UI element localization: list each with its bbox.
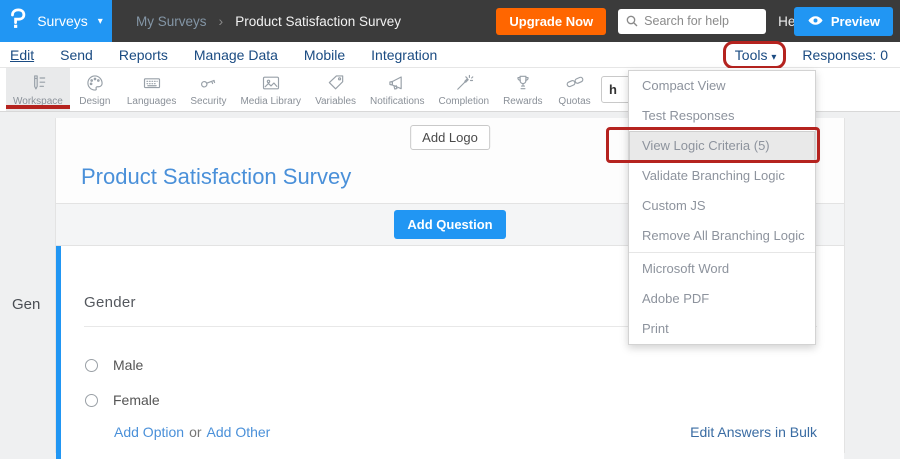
eye-icon <box>807 12 824 32</box>
key-icon <box>198 73 218 93</box>
add-question-button[interactable]: Add Question <box>394 210 505 239</box>
wand-icon <box>454 73 474 93</box>
nav-right: Tools ▾ Responses: 0 <box>731 46 900 64</box>
tab-reports[interactable]: Reports <box>106 47 181 63</box>
menu-item-compact-view[interactable]: Compact View <box>629 71 815 101</box>
option-links: Add Option or Add Other <box>114 424 270 440</box>
toolbar-item-rewards[interactable]: Rewards <box>496 68 549 111</box>
topbar: Surveys ▾ My Surveys › Product Satisfact… <box>0 0 900 42</box>
toolbar-item-variables[interactable]: Variables <box>308 68 363 111</box>
add-other-link[interactable]: Add Other <box>207 424 271 440</box>
tools-label: Tools <box>735 47 768 63</box>
upgrade-now-button[interactable]: Upgrade Now <box>496 8 606 35</box>
chevron-down-icon: ▾ <box>98 16 103 27</box>
product-menu-label: Surveys <box>37 13 88 29</box>
survey-title[interactable]: Product Satisfaction Survey <box>81 164 351 190</box>
option-row-female: Female <box>85 392 160 408</box>
toolbar-item-quotas[interactable]: Quotas <box>550 68 600 111</box>
palette-icon <box>85 73 105 93</box>
menu-item-microsoft-word[interactable]: Microsoft Word <box>629 254 815 284</box>
tag-icon <box>326 73 346 93</box>
menu-item-validate-branching-logic[interactable]: Validate Branching Logic <box>629 161 815 191</box>
trophy-icon <box>513 73 533 93</box>
product-switcher[interactable]: Surveys ▾ <box>0 0 112 42</box>
add-option-link[interactable]: Add Option <box>114 424 184 440</box>
image-icon <box>261 73 281 93</box>
option-label-male: Male <box>113 357 143 373</box>
menu-item-view-logic-criteria[interactable]: View Logic Criteria (5) <box>629 131 815 161</box>
help-search <box>618 9 766 34</box>
toolbar-item-languages[interactable]: Languages <box>120 68 184 111</box>
menu-item-custom-js[interactable]: Custom JS <box>629 191 815 221</box>
menu-item-test-responses[interactable]: Test Responses <box>629 101 815 131</box>
breadcrumb-current: Product Satisfaction Survey <box>235 14 401 29</box>
search-icon <box>624 13 640 34</box>
toolbar-item-notifications[interactable]: Notifications <box>363 68 431 111</box>
tools-dropdown-menu: Compact View Test Responses View Logic C… <box>628 70 816 345</box>
chain-icon <box>565 73 585 93</box>
toolbar-item-completion[interactable]: Completion <box>431 68 496 111</box>
responses-count: Responses: 0 <box>802 47 888 63</box>
menu-divider <box>629 252 815 253</box>
proprofs-logo-icon <box>9 8 27 34</box>
tab-mobile[interactable]: Mobile <box>291 47 358 63</box>
breadcrumb-separator-icon: › <box>219 13 224 29</box>
megaphone-icon <box>387 73 407 93</box>
toolbar-item-workspace[interactable]: Workspace <box>6 68 70 111</box>
radio-female[interactable] <box>85 394 98 407</box>
or-text: or <box>189 424 201 440</box>
keyboard-icon <box>142 73 162 93</box>
question-title[interactable]: Gender <box>84 294 136 311</box>
menu-item-adobe-pdf[interactable]: Adobe PDF <box>629 284 815 314</box>
toolbar-item-design[interactable]: Design <box>70 68 120 111</box>
preview-label: Preview <box>831 14 880 29</box>
breadcrumb: My Surveys › Product Satisfaction Survey <box>136 13 401 29</box>
tab-edit[interactable]: Edit <box>0 47 47 63</box>
preview-button[interactable]: Preview <box>794 7 893 36</box>
breadcrumb-parent[interactable]: My Surveys <box>136 14 207 29</box>
tab-send[interactable]: Send <box>47 47 106 63</box>
toolbar-item-security[interactable]: Security <box>183 68 233 111</box>
survey-builder-app: Surveys ▾ My Surveys › Product Satisfact… <box>0 0 900 453</box>
chevron-down-icon: ▾ <box>771 52 776 63</box>
edit-answers-in-bulk-link[interactable]: Edit Answers in Bulk <box>690 424 817 440</box>
add-logo-button[interactable]: Add Logo <box>410 125 490 150</box>
radio-male[interactable] <box>85 359 98 372</box>
search-input[interactable] <box>618 9 766 34</box>
tools-dropdown-button[interactable]: Tools ▾ <box>731 46 781 64</box>
menu-item-print[interactable]: Print <box>629 314 815 344</box>
option-label-female: Female <box>113 392 160 408</box>
tab-manage-data[interactable]: Manage Data <box>181 47 291 63</box>
menu-item-remove-all-branching-logic[interactable]: Remove All Branching Logic <box>629 221 815 251</box>
option-row-male: Male <box>85 357 143 373</box>
section-nav: Edit Send Reports Manage Data Mobile Int… <box>0 42 900 68</box>
toolbar-item-media-library[interactable]: Media Library <box>233 68 308 111</box>
question-nav-fragment: Gen <box>12 296 40 313</box>
tab-integration[interactable]: Integration <box>358 47 450 63</box>
workspace-icon <box>28 73 48 93</box>
